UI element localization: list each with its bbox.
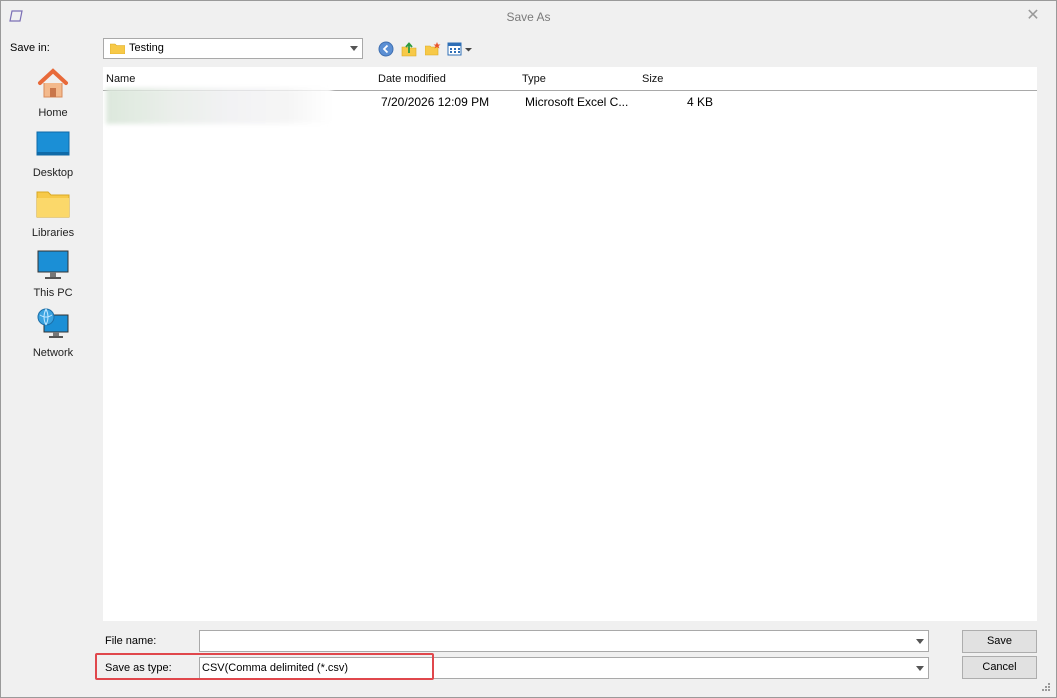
- file-name-label: File name:: [105, 635, 157, 647]
- file-name-input[interactable]: [202, 632, 906, 652]
- cancel-button[interactable]: Cancel: [962, 656, 1037, 679]
- chevron-down-icon[interactable]: [911, 631, 928, 651]
- save-in-dropdown[interactable]: Testing: [103, 38, 363, 59]
- folder-icon: [36, 191, 70, 218]
- sidebar-item-label: Network: [32, 347, 74, 359]
- sidebar-item-label: This PC: [33, 287, 73, 299]
- chevron-down-icon[interactable]: [345, 39, 362, 58]
- monitor-icon: [37, 250, 69, 279]
- current-folder-name: Testing: [129, 42, 164, 54]
- column-header-name[interactable]: Name: [106, 73, 135, 85]
- folder-icon: [110, 43, 125, 54]
- sidebar-item-desktop[interactable]: Desktop: [15, 127, 91, 183]
- file-list[interactable]: Name Date modified Type Size 7/20/2026 1…: [103, 67, 1037, 621]
- save-button[interactable]: Save: [962, 630, 1037, 653]
- column-header-date-modified[interactable]: Date modified: [378, 73, 446, 85]
- sidebar-item-label: Libraries: [31, 227, 75, 239]
- resize-grip-icon[interactable]: [1042, 683, 1050, 691]
- save-as-dialog: Save As ✕ Save in: Testing Home Desktop …: [0, 0, 1057, 698]
- sidebar-item-network[interactable]: Network: [15, 307, 91, 363]
- file-type-cell: Microsoft Excel C...: [525, 95, 629, 109]
- dialog-title: Save As: [506, 10, 551, 24]
- network-icon: [37, 308, 69, 338]
- view-menu-icon[interactable]: [447, 41, 475, 57]
- title-bar: Save As ✕: [1, 1, 1056, 33]
- file-name-combo[interactable]: [199, 630, 929, 652]
- desktop-icon: [36, 131, 70, 156]
- file-date-cell: 7/20/2026 12:09 PM: [381, 95, 490, 109]
- sidebar-item-label: Home: [38, 107, 68, 119]
- chevron-down-icon[interactable]: [911, 658, 928, 678]
- table-row[interactable]: 7/20/2026 12:09 PM Microsoft Excel C... …: [103, 88, 1037, 124]
- sidebar-item-libraries[interactable]: Libraries: [15, 187, 91, 243]
- blurred-file-name: [106, 88, 332, 124]
- save-in-label: Save in:: [10, 42, 50, 54]
- back-icon[interactable]: [378, 41, 394, 57]
- sidebar-item-home[interactable]: Home: [15, 67, 91, 123]
- column-header-size[interactable]: Size: [642, 73, 663, 85]
- up-folder-icon[interactable]: [401, 41, 417, 57]
- column-header-type[interactable]: Type: [522, 73, 546, 85]
- new-folder-icon[interactable]: [425, 41, 441, 57]
- home-icon: [38, 68, 68, 98]
- highlight-box: [95, 653, 434, 680]
- sidebar-item-label: Desktop: [32, 167, 74, 179]
- sidebar-item-this-pc[interactable]: This PC: [15, 247, 91, 303]
- close-icon[interactable]: ✕: [1024, 7, 1042, 25]
- file-size-cell: 4 KB: [687, 95, 714, 109]
